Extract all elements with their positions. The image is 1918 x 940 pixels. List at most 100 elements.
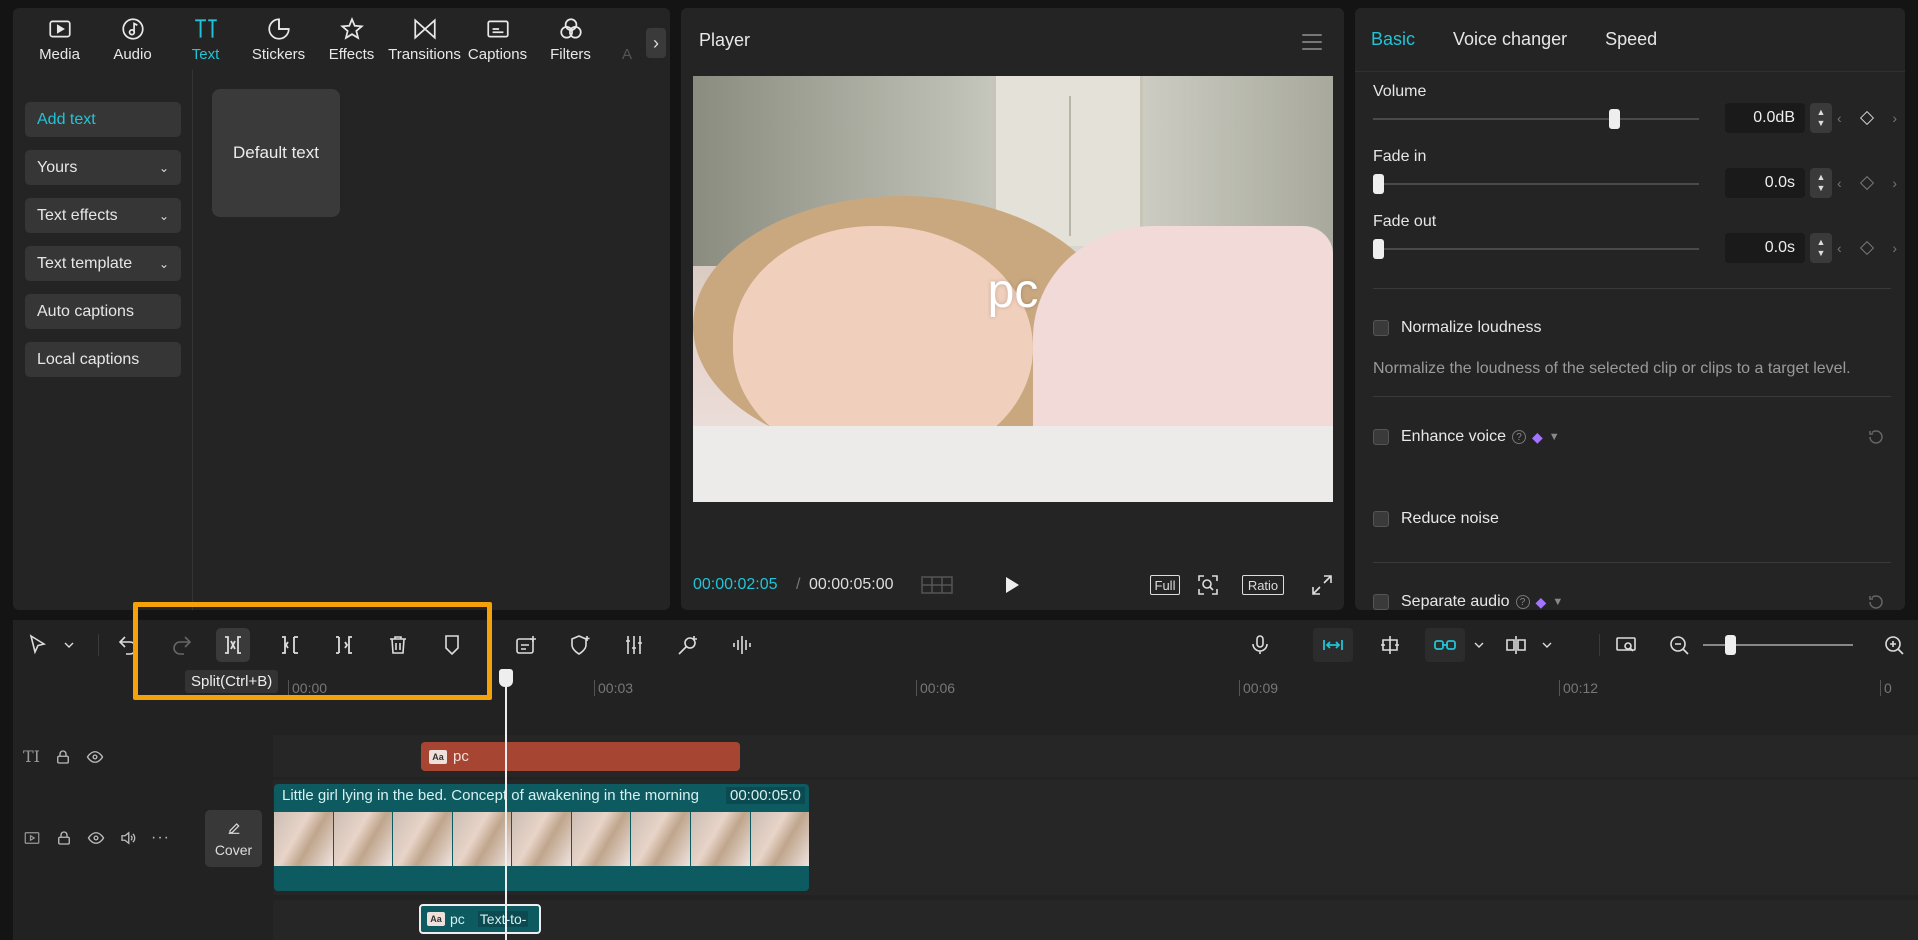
enhance-voice-checkbox[interactable] <box>1373 429 1389 445</box>
sidebar-item-auto-captions[interactable]: Auto captions <box>25 294 181 329</box>
keyframe-icon[interactable] <box>1859 175 1875 191</box>
video-clip[interactable]: Little girl lying in the bed. Concept of… <box>274 784 809 891</box>
fade-in-keyframe[interactable]: ‹ › <box>1837 173 1897 193</box>
chevron-left-icon[interactable]: ‹ <box>1837 175 1842 191</box>
zoom-fit-icon[interactable] <box>1196 573 1220 597</box>
chevron-right-icon[interactable]: › <box>1892 110 1897 126</box>
chevron-down-icon[interactable] <box>61 632 77 658</box>
ruler-tick: 00:09 <box>1239 680 1278 696</box>
playhead-handle[interactable] <box>499 669 513 687</box>
lock-icon[interactable] <box>54 748 72 766</box>
snap-icon[interactable] <box>1377 632 1403 658</box>
magic-wand-icon[interactable] <box>675 632 701 658</box>
cover-button[interactable]: Cover <box>205 810 262 867</box>
tab-audio[interactable]: Audio <box>96 8 169 70</box>
help-icon[interactable]: ? <box>1511 430 1526 444</box>
fade-out-slider[interactable] <box>1373 239 1699 259</box>
sidebar-item-label: Text effects <box>37 206 118 224</box>
chevron-right-icon[interactable]: › <box>1892 240 1897 256</box>
fade-out-stepper[interactable]: ▲ ▼ <box>1810 233 1832 263</box>
full-button[interactable]: Full <box>1150 575 1180 595</box>
fullscreen-icon[interactable] <box>1310 573 1334 597</box>
sidebar-item-text-template[interactable]: Text template ⌄ <box>25 246 181 281</box>
fade-in-slider-knob[interactable] <box>1373 174 1384 194</box>
sidebar-item-yours[interactable]: Yours ⌄ <box>25 150 181 185</box>
select-tool-icon[interactable] <box>25 632 51 658</box>
audio-wave-icon[interactable] <box>729 632 755 658</box>
volume-slider-knob[interactable] <box>1609 109 1621 129</box>
fade-out-value[interactable]: 0.0s <box>1725 233 1805 263</box>
play-icon[interactable] <box>1002 575 1022 595</box>
tab-effects[interactable]: Effects <box>315 8 388 70</box>
sidebar-item-local-captions[interactable]: Local captions <box>25 342 181 377</box>
tab-captions[interactable]: Captions <box>461 8 534 70</box>
tab-voice-changer[interactable]: Voice changer <box>1453 29 1567 50</box>
volume-keyframe[interactable]: ‹ › <box>1837 108 1897 128</box>
adjust-icon[interactable] <box>621 632 647 658</box>
caret-down-icon[interactable]: ▼ <box>1549 431 1560 443</box>
eye-icon[interactable] <box>86 748 104 766</box>
main-track-magnet-icon[interactable] <box>1313 628 1353 662</box>
chevron-down-icon[interactable] <box>1471 632 1487 658</box>
link-icon[interactable] <box>1425 628 1465 662</box>
sidebar-item-label: Text template <box>37 254 133 272</box>
tab-media[interactable]: Media <box>23 8 96 70</box>
tab-basic[interactable]: Basic <box>1371 29 1415 50</box>
video-overlay-text[interactable]: pc <box>693 264 1333 319</box>
time-separator: / <box>796 576 801 593</box>
fade-out-keyframe[interactable]: ‹ › <box>1837 238 1897 258</box>
normalize-loudness-checkbox[interactable] <box>1373 320 1389 336</box>
playhead[interactable] <box>505 670 507 940</box>
default-text-card[interactable]: Default text <box>212 89 340 217</box>
menu-icon[interactable] <box>1302 34 1322 50</box>
tabs-more-button[interactable]: › <box>646 28 666 58</box>
video-preview[interactable]: pc <box>693 76 1333 502</box>
tts-clip[interactable]: Aa pc Text-to- <box>419 904 541 934</box>
eye-icon[interactable] <box>87 829 105 847</box>
sidebar-item-label: Add text <box>37 110 96 128</box>
zoom-to-fit-icon[interactable] <box>1613 632 1639 658</box>
zoom-slider-knob[interactable] <box>1725 635 1736 655</box>
chevron-right-icon[interactable]: › <box>1892 175 1897 191</box>
reset-icon[interactable] <box>1867 593 1885 610</box>
reduce-noise-checkbox[interactable] <box>1373 511 1389 527</box>
sidebar-item-text-effects[interactable]: Text effects ⌄ <box>25 198 181 233</box>
chevron-left-icon[interactable]: ‹ <box>1837 240 1842 256</box>
tab-partial[interactable]: A <box>607 8 647 70</box>
lock-icon[interactable] <box>55 829 73 847</box>
add-text-icon[interactable] <box>513 632 539 658</box>
keyframe-icon[interactable] <box>1859 110 1875 126</box>
keyframe-icon[interactable] <box>1859 240 1875 256</box>
shield-add-icon[interactable] <box>567 632 593 658</box>
microphone-icon[interactable] <box>1247 632 1273 658</box>
fade-in-value[interactable]: 0.0s <box>1725 168 1805 198</box>
chevron-down-icon[interactable] <box>1539 632 1555 658</box>
more-icon[interactable]: ··· <box>151 829 170 847</box>
tab-transitions[interactable]: Transitions <box>388 8 461 70</box>
reset-icon[interactable] <box>1867 428 1885 446</box>
tab-speed[interactable]: Speed <box>1605 29 1657 50</box>
preview-axis-icon[interactable] <box>1503 632 1529 658</box>
ratio-button[interactable]: Ratio <box>1242 575 1284 595</box>
speaker-icon[interactable] <box>119 829 137 847</box>
tab-filters[interactable]: Filters <box>534 8 607 70</box>
text-clip[interactable]: Aa pc <box>421 742 740 771</box>
caret-down-icon[interactable]: ▼ <box>1552 596 1563 608</box>
fade-in-slider[interactable] <box>1373 174 1699 194</box>
fade-out-slider-knob[interactable] <box>1373 239 1384 259</box>
separate-audio-checkbox[interactable] <box>1373 594 1389 610</box>
tts-clip-label: pc <box>450 911 465 927</box>
volume-stepper[interactable]: ▲ ▼ <box>1810 103 1832 133</box>
zoom-out-icon[interactable] <box>1666 632 1692 658</box>
tab-text[interactable]: Text <box>169 8 242 70</box>
timecode-grid-icon[interactable] <box>921 575 953 595</box>
help-icon[interactable]: ? <box>1515 595 1530 609</box>
tab-stickers[interactable]: Stickers <box>242 8 315 70</box>
zoom-in-icon[interactable] <box>1881 632 1907 658</box>
volume-value[interactable]: 0.0dB <box>1725 103 1805 133</box>
player-panel: Player pc 00:00:02:05 / 00:00:05:00 Full… <box>681 8 1344 610</box>
volume-slider[interactable] <box>1373 109 1699 129</box>
fade-in-stepper[interactable]: ▲ ▼ <box>1810 168 1832 198</box>
sidebar-item-add-text[interactable]: Add text <box>25 102 181 137</box>
chevron-left-icon[interactable]: ‹ <box>1837 110 1842 126</box>
